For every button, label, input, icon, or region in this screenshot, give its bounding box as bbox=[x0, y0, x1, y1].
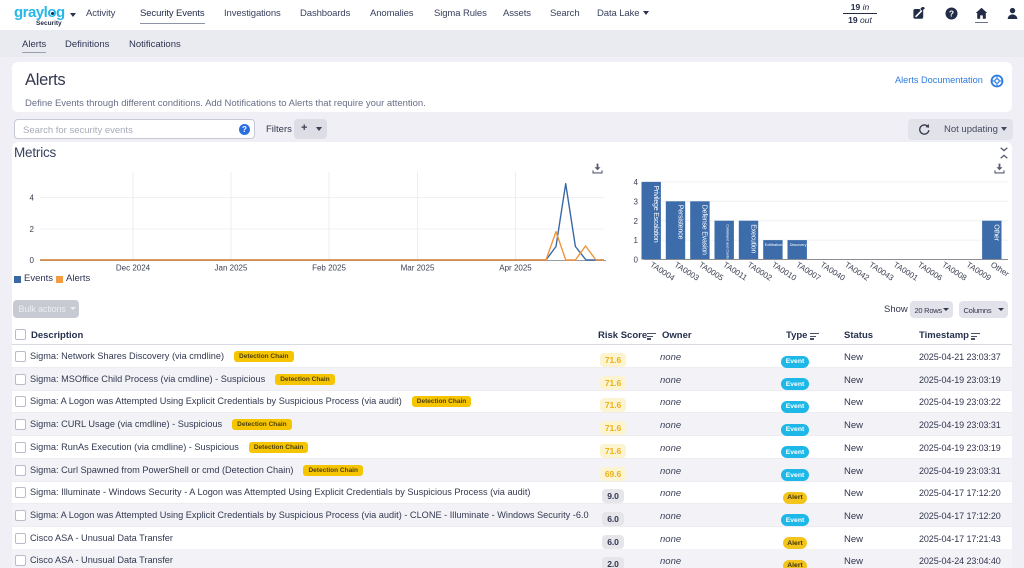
svg-text:3: 3 bbox=[634, 197, 639, 206]
svg-text:?: ? bbox=[949, 9, 954, 19]
svg-text:2: 2 bbox=[30, 225, 35, 234]
svg-text:Exfiltration: Exfiltration bbox=[765, 243, 783, 247]
svg-text:2: 2 bbox=[634, 217, 639, 226]
svg-text:Mar 2025: Mar 2025 bbox=[401, 264, 435, 273]
svg-text:TA0008: TA0008 bbox=[940, 260, 968, 283]
svg-text:TA0011: TA0011 bbox=[721, 260, 749, 282]
svg-text:Defense Evasion: Defense Evasion bbox=[701, 205, 708, 255]
svg-text:TA0009: TA0009 bbox=[965, 260, 993, 283]
svg-text:Execution: Execution bbox=[749, 224, 756, 253]
svg-text:TA0002: TA0002 bbox=[746, 260, 774, 283]
svg-text:Command and Control: Command and Control bbox=[726, 224, 730, 261]
svg-text:TA0005: TA0005 bbox=[697, 260, 725, 283]
svg-text:Other: Other bbox=[989, 260, 1011, 279]
svg-text:TA0007: TA0007 bbox=[794, 260, 822, 283]
svg-text:0: 0 bbox=[634, 256, 639, 265]
svg-text:TA0006: TA0006 bbox=[916, 260, 944, 283]
svg-text:Feb 2025: Feb 2025 bbox=[312, 264, 346, 273]
svg-text:Privilege Escalation: Privilege Escalation bbox=[652, 185, 659, 242]
svg-text:Apr 2025: Apr 2025 bbox=[499, 264, 532, 273]
svg-text:Discovery: Discovery bbox=[790, 243, 807, 247]
svg-text:TA0040: TA0040 bbox=[819, 260, 847, 283]
svg-text:Jan 2025: Jan 2025 bbox=[215, 264, 248, 273]
svg-text:0: 0 bbox=[30, 256, 35, 265]
svg-text:4: 4 bbox=[634, 178, 639, 187]
svg-text:1: 1 bbox=[634, 236, 639, 245]
svg-text:Persistence: Persistence bbox=[676, 205, 683, 240]
svg-text:Dec 2024: Dec 2024 bbox=[116, 264, 151, 273]
svg-text:TA0042: TA0042 bbox=[843, 260, 871, 283]
svg-text:TA0001: TA0001 bbox=[892, 260, 920, 283]
svg-text:TA0003: TA0003 bbox=[673, 260, 701, 283]
svg-text:Other: Other bbox=[993, 224, 1000, 241]
svg-text:TA0010: TA0010 bbox=[770, 260, 798, 283]
svg-text:TA0043: TA0043 bbox=[867, 260, 895, 283]
svg-text:4: 4 bbox=[30, 194, 35, 203]
svg-text:TA0004: TA0004 bbox=[648, 260, 676, 283]
